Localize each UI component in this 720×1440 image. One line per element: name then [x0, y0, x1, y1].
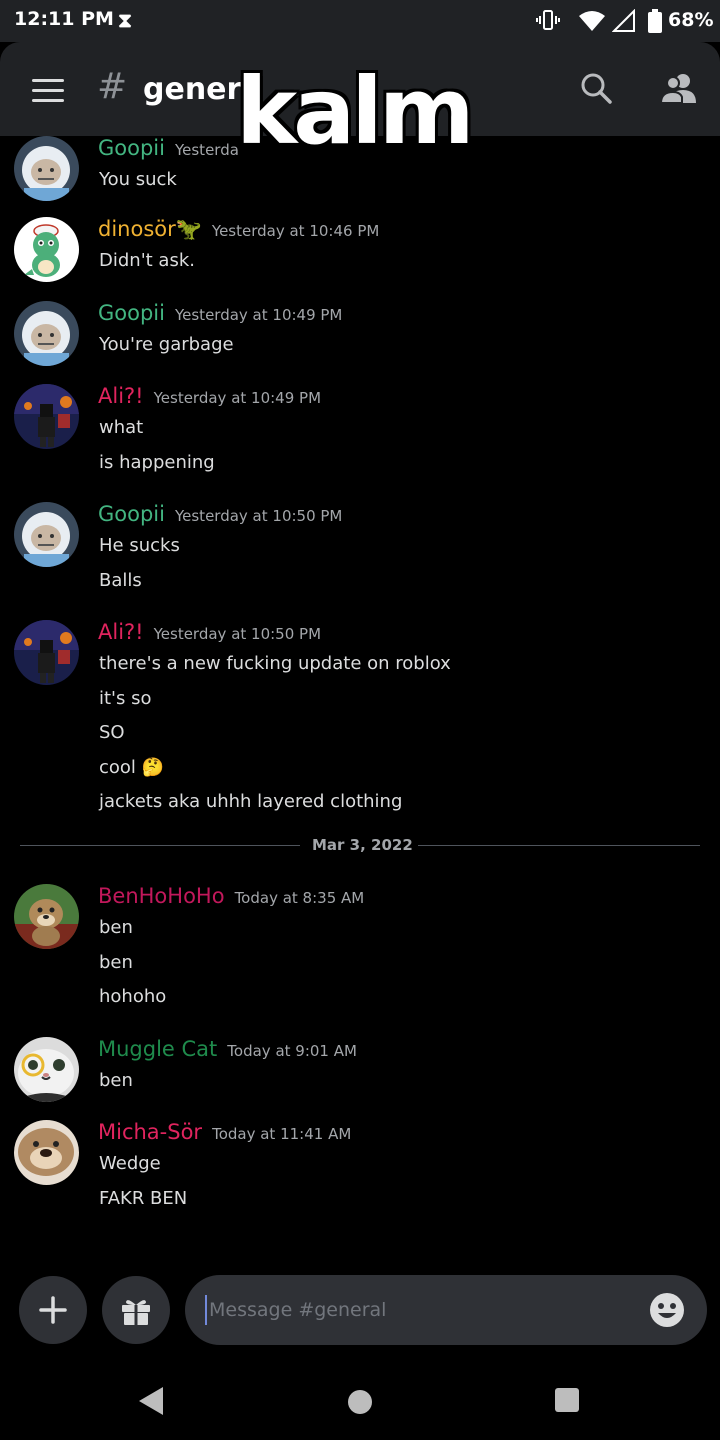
message-input-container: [185, 1275, 707, 1345]
author-name[interactable]: Goopii: [98, 301, 165, 325]
message-timestamp: Today at 8:35 AM: [234, 889, 365, 907]
meme-overlay-text: kalm: [234, 58, 477, 165]
message-text[interactable]: Balls: [99, 570, 142, 591]
message-timestamp: Yesterday at 10:49 PM: [174, 306, 343, 324]
author-name[interactable]: Micha-Sör: [98, 1120, 202, 1144]
avatar[interactable]: [14, 884, 79, 949]
message-text[interactable]: He sucks: [99, 535, 180, 556]
signal-icon: [612, 9, 635, 32]
vibrate-icon: [536, 10, 560, 30]
message-author[interactable]: Ali?! Yesterday at 10:50 PM: [98, 620, 321, 644]
search-icon[interactable]: [580, 72, 612, 104]
author-name[interactable]: Goopii: [98, 136, 165, 160]
back-icon[interactable]: [136, 1384, 166, 1418]
avatar[interactable]: [14, 1037, 79, 1102]
message-author[interactable]: Goopii Yesterda: [98, 136, 239, 160]
add-attachment-button[interactable]: [19, 1276, 87, 1344]
message-text[interactable]: Wedge: [99, 1153, 161, 1174]
members-icon[interactable]: [660, 72, 696, 104]
author-name[interactable]: Ali?!: [98, 620, 144, 644]
message-text[interactable]: it's so: [99, 688, 152, 709]
avatar[interactable]: [14, 1120, 79, 1185]
menu-icon[interactable]: [32, 79, 64, 102]
battery-percent: 68%: [668, 9, 714, 31]
date-divider: Mar 3, 2022: [20, 836, 700, 856]
message-text[interactable]: cool 🤔: [99, 757, 164, 778]
message-timestamp: Yesterday at 10:50 PM: [174, 507, 343, 525]
message-author[interactable]: Ali?! Yesterday at 10:49 PM: [98, 384, 321, 408]
message-timestamp: Today at 9:01 AM: [227, 1042, 357, 1060]
message-timestamp: Yesterday at 10:46 PM: [211, 222, 380, 240]
gift-icon: [122, 1300, 150, 1325]
message-timestamp: Yesterda: [174, 141, 239, 159]
message-text[interactable]: ben: [99, 952, 133, 973]
message-text[interactable]: is happening: [99, 452, 215, 473]
message-text[interactable]: there's a new fucking update on roblox: [99, 653, 451, 674]
message-text[interactable]: jackets aka uhhh layered clothing: [99, 791, 402, 812]
battery-icon: [648, 9, 662, 33]
plus-icon: [39, 1296, 67, 1324]
author-name[interactable]: BenHoHoHo: [98, 884, 225, 908]
message-text[interactable]: ben: [99, 1070, 133, 1091]
emoji-icon[interactable]: [649, 1292, 685, 1328]
avatar[interactable]: [14, 620, 79, 685]
author-name[interactable]: Goopii: [98, 502, 165, 526]
message-timestamp: Yesterday at 10:49 PM: [153, 389, 322, 407]
message-input[interactable]: [205, 1295, 631, 1325]
avatar[interactable]: [14, 217, 79, 282]
date-divider-label: Mar 3, 2022: [312, 836, 413, 854]
message-text[interactable]: hohoho: [99, 986, 166, 1007]
message-text[interactable]: You suck: [99, 169, 177, 190]
message-author[interactable]: BenHoHoHo Today at 8:35 AM: [98, 884, 364, 908]
message-timestamp: Today at 11:41 AM: [212, 1125, 352, 1143]
message-author[interactable]: dinosör🦖 Yesterday at 10:46 PM: [98, 217, 379, 242]
message-text[interactable]: what: [99, 417, 143, 438]
message-composer: [0, 1266, 720, 1366]
channel-hash-icon: #: [97, 66, 128, 107]
author-name[interactable]: dinosör🦖: [98, 217, 202, 241]
message-author[interactable]: Goopii Yesterday at 10:50 PM: [98, 502, 342, 526]
message-text[interactable]: SO: [99, 722, 125, 743]
recents-icon[interactable]: [555, 1388, 579, 1412]
status-bar: 12:11 PM ⧗ 68%: [0, 0, 720, 42]
message-timestamp: Yesterday at 10:50 PM: [153, 625, 322, 643]
avatar[interactable]: [14, 502, 79, 567]
system-nav-bar: [0, 1366, 720, 1440]
avatar[interactable]: [14, 301, 79, 366]
author-name[interactable]: Ali?!: [98, 384, 144, 408]
gift-button[interactable]: [102, 1276, 170, 1344]
message-text[interactable]: Didn't ask.: [99, 250, 195, 271]
status-time: 12:11 PM: [14, 8, 114, 30]
message-text[interactable]: FAKR BEN: [99, 1188, 187, 1209]
message-text[interactable]: ben: [99, 917, 133, 938]
message-text[interactable]: You're garbage: [99, 334, 234, 355]
message-list: Mar 3, 2022 Goopii Yesterda You suck dinosö…: [0, 136, 720, 1266]
home-icon[interactable]: [348, 1390, 372, 1414]
author-name[interactable]: Muggle Cat: [98, 1037, 217, 1061]
message-author[interactable]: Micha-Sör Today at 11:41 AM: [98, 1120, 351, 1144]
alarm-icon: ⧗: [118, 8, 133, 32]
avatar[interactable]: [14, 384, 79, 449]
wifi-icon: [579, 11, 605, 31]
avatar[interactable]: [14, 136, 79, 201]
message-author[interactable]: Muggle Cat Today at 9:01 AM: [98, 1037, 357, 1061]
message-author[interactable]: Goopii Yesterday at 10:49 PM: [98, 301, 342, 325]
